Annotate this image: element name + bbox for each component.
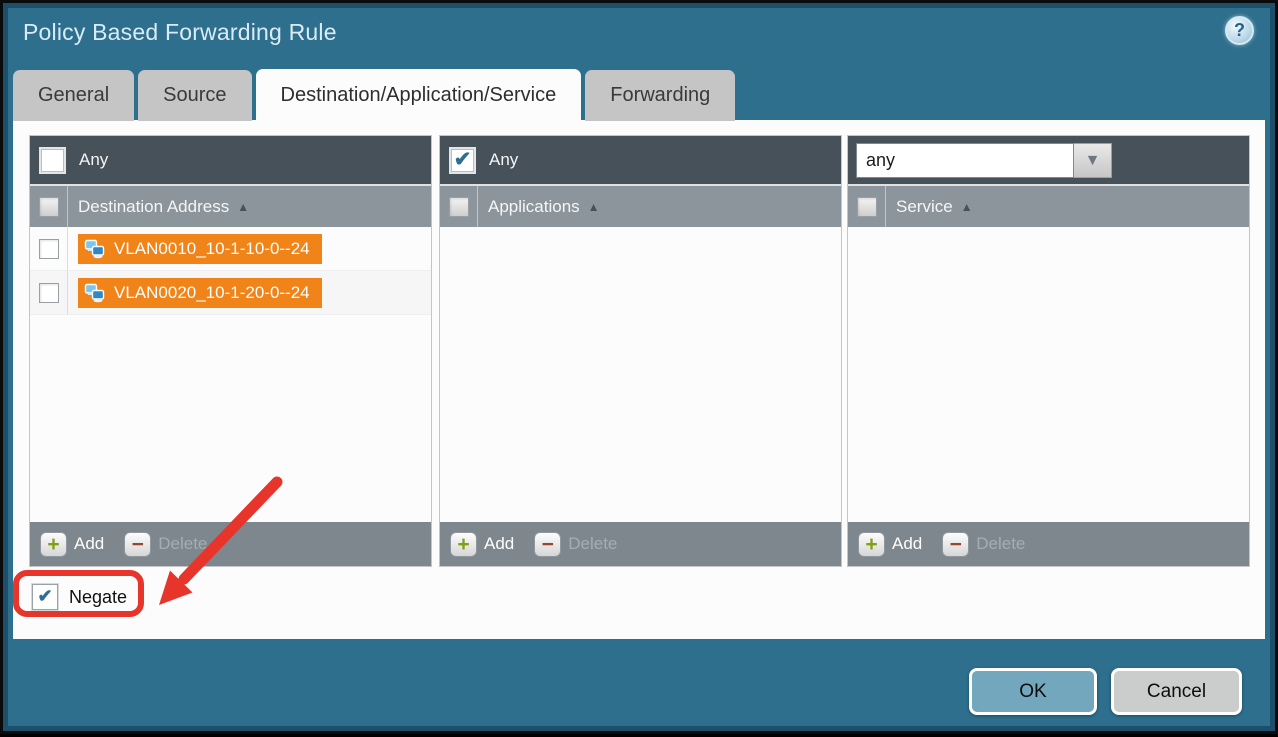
add-icon: + — [40, 532, 67, 557]
applications-header-label[interactable]: Applications — [488, 197, 580, 217]
tab-destination-application-service[interactable]: Destination/Application/Service — [256, 69, 582, 121]
delete-icon: − — [124, 532, 151, 557]
tab-content-panel: Any Destination Address ▲ — [13, 120, 1265, 639]
destination-any-bar: Any — [30, 136, 431, 184]
add-button[interactable]: + Add — [40, 532, 104, 557]
applications-any-bar: ✔ Any — [440, 136, 841, 184]
applications-select-all-checkbox[interactable] — [449, 197, 469, 217]
add-icon: + — [858, 532, 885, 557]
table-row[interactable]: VLAN0010_10-1-10-0--24 — [30, 227, 431, 271]
sort-asc-icon[interactable]: ▲ — [237, 200, 249, 214]
destination-toolbar: + Add − Delete — [30, 522, 431, 566]
service-any-bar: any ▼ — [848, 136, 1249, 184]
service-toolbar: + Add − Delete — [848, 522, 1249, 566]
destination-header-label[interactable]: Destination Address — [78, 197, 229, 217]
delete-icon: − — [534, 532, 561, 557]
row-checkbox[interactable] — [39, 283, 59, 303]
service-dropdown[interactable]: any ▼ — [856, 143, 1112, 178]
delete-button[interactable]: − Delete — [124, 532, 207, 557]
dropdown-trigger-button[interactable]: ▼ — [1074, 143, 1112, 178]
add-button[interactable]: + Add — [450, 532, 514, 557]
dialog-title: Policy Based Forwarding Rule — [23, 19, 337, 46]
help-icon[interactable]: ? — [1225, 16, 1254, 45]
delete-button[interactable]: − Delete — [534, 532, 617, 557]
tab-bar: General Source Destination/Application/S… — [13, 69, 739, 121]
tab-source[interactable]: Source — [138, 70, 251, 121]
delete-icon: − — [942, 532, 969, 557]
delete-button[interactable]: − Delete — [942, 532, 1025, 557]
address-object-chip[interactable]: VLAN0020_10-1-20-0--24 — [78, 278, 322, 308]
applications-any-checkbox[interactable]: ✔ — [449, 147, 476, 174]
address-object-label: VLAN0010_10-1-10-0--24 — [114, 239, 310, 259]
address-object-label: VLAN0020_10-1-20-0--24 — [114, 283, 310, 303]
destination-any-label: Any — [79, 150, 108, 170]
tab-forwarding[interactable]: Forwarding — [585, 70, 735, 121]
service-select-all-checkbox[interactable] — [857, 197, 877, 217]
add-button[interactable]: + Add — [858, 532, 922, 557]
service-dropdown-value[interactable]: any — [856, 143, 1074, 178]
applications-any-label: Any — [489, 150, 518, 170]
sort-asc-icon[interactable]: ▲ — [961, 200, 973, 214]
negate-checkbox[interactable]: ✔ — [32, 584, 58, 610]
service-header-label[interactable]: Service — [896, 197, 953, 217]
tab-general[interactable]: General — [13, 70, 134, 121]
address-object-chip[interactable]: VLAN0010_10-1-10-0--24 — [78, 234, 322, 264]
network-icon — [84, 239, 106, 259]
sort-asc-icon[interactable]: ▲ — [588, 200, 600, 214]
checkmark-icon: ✔ — [454, 149, 472, 170]
service-header-row: Service ▲ — [848, 184, 1249, 227]
negate-label: Negate — [69, 587, 127, 608]
destination-address-column: Any Destination Address ▲ — [29, 135, 432, 567]
policy-based-forwarding-dialog: Policy Based Forwarding Rule ? General S… — [0, 0, 1278, 734]
checkmark-icon: ✔ — [37, 587, 52, 605]
applications-column: ✔ Any Applications ▲ + Add − Delete — [439, 135, 842, 567]
chevron-down-icon: ▼ — [1085, 152, 1101, 170]
applications-list — [440, 227, 841, 522]
network-icon — [84, 283, 106, 303]
applications-toolbar: + Add − Delete — [440, 522, 841, 566]
destination-any-checkbox[interactable] — [39, 147, 66, 174]
help-glyph: ? — [1234, 20, 1245, 41]
row-checkbox[interactable] — [39, 239, 59, 259]
table-row[interactable]: VLAN0020_10-1-20-0--24 — [30, 271, 431, 315]
service-list — [848, 227, 1249, 522]
negate-control: ✔ Negate — [32, 584, 127, 610]
service-column: any ▼ Service ▲ + Add — [847, 135, 1250, 567]
add-icon: + — [450, 532, 477, 557]
applications-header-row: Applications ▲ — [440, 184, 841, 227]
destination-select-all-checkbox[interactable] — [39, 197, 59, 217]
destination-list: VLAN0010_10-1-10-0--24 VLAN — [30, 227, 431, 522]
cancel-button[interactable]: Cancel — [1111, 668, 1242, 715]
ok-button[interactable]: OK — [969, 668, 1097, 715]
destination-header-row: Destination Address ▲ — [30, 184, 431, 227]
